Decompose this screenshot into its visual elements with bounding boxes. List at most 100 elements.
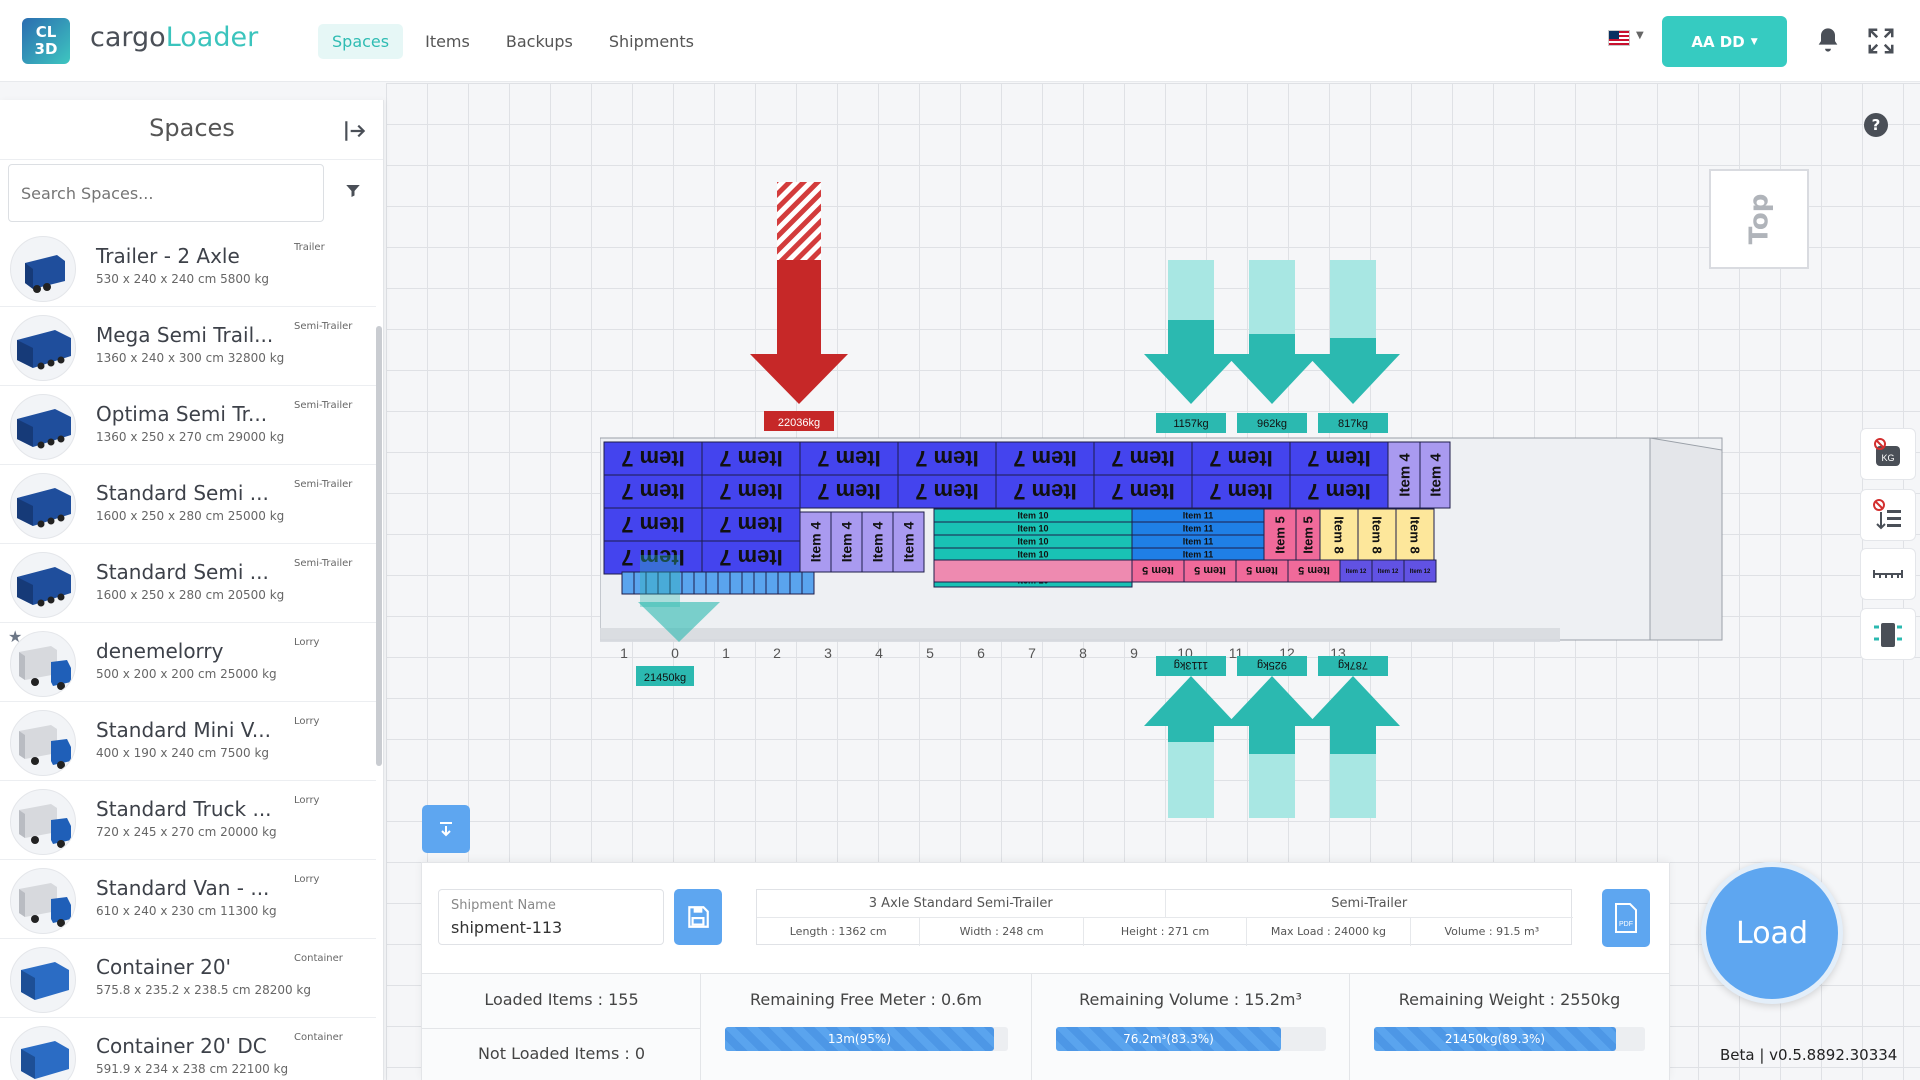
item5-label: Item 5 (1246, 564, 1278, 576)
app-logo-icon[interactable]: CL 3D (22, 18, 70, 64)
item5-item8-block[interactable]: Item 5 Item 5 Item 8 Item 8 Item 8 (1263, 508, 1435, 562)
fullscreen-icon[interactable] (1866, 26, 1896, 56)
axle-weight-button[interactable] (1860, 489, 1916, 541)
space-list-item[interactable]: Standard Semi ... 1600 x 250 x 280 cm 250… (0, 465, 376, 544)
space-list-item[interactable]: Optima Semi Tr... 1360 x 250 x 270 cm 290… (0, 386, 376, 465)
space-list-item[interactable]: Standard Mini V... 400 x 190 x 240 cm 750… (0, 702, 376, 781)
truck-load-button[interactable] (1860, 608, 1916, 660)
item3-box[interactable] (681, 571, 695, 595)
item4-label: Item 4 (900, 522, 916, 563)
bell-icon[interactable] (1814, 26, 1842, 54)
cargo-3d-scene[interactable]: 22036kg 1157kg 962kg 817kg Item 7 Item 7I… (600, 170, 1730, 830)
brand-name-part2: Loader (165, 22, 259, 53)
space-list-item[interactable]: Mega Semi Trail... 1360 x 240 x 300 cm 32… (0, 307, 376, 386)
volume-bar-text: 76.2m³(83.3%) (1123, 1032, 1214, 1046)
ruler-tick-label: 2 (773, 645, 781, 661)
count-divider (422, 1028, 701, 1029)
item3-box[interactable] (765, 571, 779, 595)
space-thumbnail (10, 315, 76, 381)
nav-backups[interactable]: Backups (492, 24, 587, 59)
item3-box[interactable] (789, 571, 803, 595)
item3-box[interactable] (717, 571, 731, 595)
space-list-item[interactable]: Standard Truck ... 720 x 245 x 270 cm 200… (0, 781, 376, 860)
space-name: Trailer - 2 Axle (96, 244, 240, 268)
space-dimensions: 575.8 x 235.2 x 238.5 cm 28200 kg (96, 983, 311, 997)
kg-toggle-button[interactable]: KG (1860, 428, 1916, 480)
svg-text:KG: KG (1881, 453, 1894, 463)
front-axle-arrow (777, 260, 821, 356)
item4-block-right[interactable]: Item 4 Item 4 (1387, 441, 1451, 509)
front-axle-load-label: 22036kg (778, 417, 820, 429)
item3-box[interactable] (741, 571, 755, 595)
space-dimensions: 530 x 240 x 240 cm 5800 kg (96, 272, 270, 286)
item7-label: Item 7 (1307, 479, 1371, 504)
space-list-item[interactable]: Container 20' 575.8 x 235.2 x 238.5 cm 28… (0, 939, 376, 1018)
measure-button[interactable] (1860, 548, 1916, 600)
item7-label: Item 7 (1013, 479, 1077, 504)
item4-label: Item 4 (838, 522, 854, 563)
us-flag-icon[interactable] (1608, 30, 1630, 46)
space-list-item[interactable]: Trailer - 2 Axle 530 x 240 x 240 cm 5800 … (0, 228, 376, 307)
item7-label: Item 7 (817, 446, 881, 471)
item3-box[interactable] (753, 571, 767, 595)
top-axle-arrows (1144, 260, 1400, 404)
item3-box[interactable] (705, 571, 719, 595)
space-name: Standard Van - ... (96, 876, 270, 900)
space-dimensions: 1600 x 250 x 280 cm 25000 kg (96, 509, 285, 523)
space-thumbnail (10, 236, 76, 302)
item3-box[interactable] (693, 571, 707, 595)
view-cube[interactable]: Top (1709, 169, 1809, 269)
spec-volume: Volume : 91.5 m³ (1444, 925, 1540, 938)
svg-text:PDF: PDF (1619, 921, 1633, 928)
space-name: denemelorry (96, 639, 224, 663)
item11-label: Item 11 (1183, 511, 1214, 521)
axle-load-label-5: 925kg (1257, 659, 1287, 671)
space-list-item[interactable]: Standard Semi ... 1600 x 250 x 280 cm 205… (0, 544, 376, 623)
space-thumbnail (10, 710, 76, 776)
space-type-badge: Semi-Trailer (294, 321, 353, 332)
item3-box[interactable] (801, 571, 815, 595)
item7-label: Item 7 (621, 479, 685, 504)
shipment-name-field[interactable]: Shipment Name shipment-113 (438, 889, 664, 945)
ruler-tick-label: 3 (824, 645, 832, 661)
user-menu-button[interactable]: AA DD ▼ (1662, 16, 1787, 67)
space-thumbnail (10, 789, 76, 855)
axle-load-label-3: 817kg (1338, 418, 1368, 430)
nav-shipments[interactable]: Shipments (595, 24, 708, 59)
item11-block[interactable]: Item 11 Item 11 Item 11 Item 11 (1131, 508, 1265, 562)
item-strip-box[interactable] (933, 559, 1133, 583)
load-button[interactable]: Load (1701, 862, 1843, 1004)
language-caret-icon[interactable]: ▼ (1636, 30, 1644, 41)
save-shipment-button[interactable] (674, 889, 722, 945)
space-thumbnail (10, 947, 76, 1013)
help-icon[interactable]: ? (1864, 113, 1888, 137)
star-icon[interactable]: ★ (8, 627, 22, 646)
collapse-sidebar-icon[interactable] (342, 118, 368, 144)
item7-label: Item 7 (1111, 479, 1175, 504)
collapse-panel-button[interactable] (422, 805, 470, 853)
space-dimensions: 591.9 x 234 x 238 cm 22100 kg (96, 1062, 289, 1076)
brand-name[interactable]: cargoLoader (90, 22, 258, 53)
space-dimensions: 400 x 190 x 240 cm 7500 kg (96, 746, 270, 760)
item3-box[interactable] (621, 571, 635, 595)
arrow-down-icon (440, 822, 452, 837)
nav-items[interactable]: Items (411, 24, 484, 59)
item3-box[interactable] (729, 571, 743, 595)
item3-box[interactable] (777, 571, 791, 595)
sidebar-scrollbar[interactable] (376, 326, 382, 766)
space-dimensions: 720 x 245 x 270 cm 20000 kg (96, 825, 277, 839)
pdf-export-button[interactable]: PDF (1602, 889, 1650, 947)
space-list-item[interactable]: Standard Van - ... 610 x 240 x 230 cm 113… (0, 860, 376, 939)
top-navbar: CL 3D cargoLoader Spaces Items Backups S… (0, 0, 1920, 82)
filter-icon[interactable] (344, 182, 362, 200)
space-list-item[interactable]: ★ denemelorry 500 x 200 x 200 cm 25000 kg L… (0, 623, 376, 702)
spec-length: Length : 1362 cm (757, 918, 921, 946)
search-spaces-input[interactable] (8, 164, 324, 222)
item11-label: Item 11 (1183, 550, 1214, 560)
floor-ruler (600, 628, 1560, 642)
item10-label: Item 10 (1017, 524, 1048, 534)
nav-spaces[interactable]: Spaces (318, 24, 404, 59)
space-list-item[interactable]: Container 20' DC 591.9 x 234 x 238 cm 221… (0, 1018, 376, 1080)
volume-title: Remaining Volume : 15.2m³ (1079, 990, 1302, 1009)
item4-block-lower[interactable]: Item 4 Item 4 Item 4 Item 4 (799, 511, 925, 573)
